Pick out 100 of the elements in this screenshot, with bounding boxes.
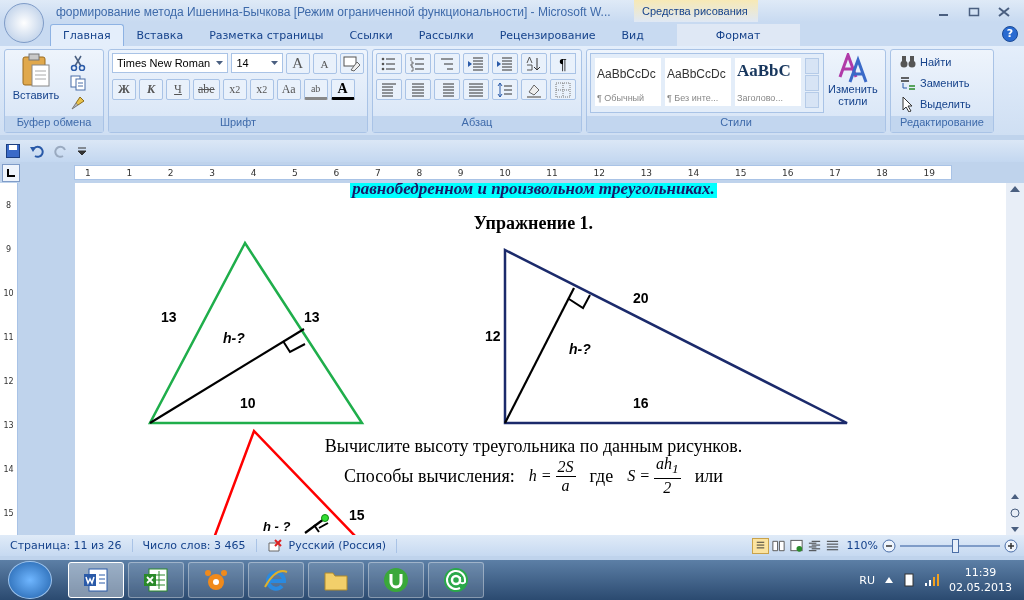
zoom-slider-thumb[interactable] bbox=[952, 538, 959, 553]
brush-icon[interactable] bbox=[70, 95, 86, 111]
paste-button[interactable]: Вставить bbox=[8, 53, 64, 113]
multilevel-list-icon[interactable] bbox=[439, 55, 455, 72]
clock-date[interactable]: 02.05.2013 bbox=[949, 581, 1012, 594]
view-button[interactable] bbox=[787, 537, 805, 554]
language-indicator[interactable]: RU bbox=[859, 573, 875, 587]
view-button[interactable] bbox=[751, 537, 769, 554]
ribbon-tab[interactable]: Вид bbox=[608, 24, 657, 46]
clock-time[interactable]: 11:39 bbox=[964, 566, 997, 579]
taskbar-app[interactable] bbox=[308, 562, 364, 598]
maximize-icon[interactable] bbox=[968, 7, 980, 17]
ruler-number: 9 bbox=[457, 167, 464, 178]
font-color-button[interactable]: A bbox=[330, 79, 355, 100]
highlight-button[interactable]: ab bbox=[303, 79, 328, 100]
browse-object-icon[interactable] bbox=[1010, 493, 1020, 533]
clear-format-icon[interactable] bbox=[342, 55, 361, 72]
page-count[interactable]: Страница: 11 из 26 bbox=[0, 539, 133, 552]
zoom-level[interactable]: 110% bbox=[846, 539, 878, 552]
device-icon[interactable] bbox=[903, 573, 915, 587]
editing-command[interactable]: Выделить bbox=[898, 95, 973, 113]
taskbar-app[interactable] bbox=[68, 562, 124, 598]
change-case-button[interactable]: Aa bbox=[276, 79, 301, 100]
handle-dot[interactable] bbox=[321, 514, 329, 522]
vertical-ruler[interactable]: 8 9 10 11 12 13 14 15 bbox=[0, 183, 18, 535]
mascot-icon bbox=[203, 567, 229, 593]
strikethrough-button[interactable]: abe bbox=[193, 79, 220, 100]
ruler-number: 10 bbox=[499, 167, 511, 178]
ruler-number: 18 bbox=[876, 167, 888, 178]
style-item[interactable]: AaBbC Заголово... bbox=[735, 58, 801, 106]
ruler-number: 14 bbox=[687, 167, 700, 178]
style-name: ¶ Без инте... bbox=[667, 93, 720, 103]
ribbon-tab[interactable]: Главная bbox=[50, 24, 124, 46]
zoom-out-icon[interactable] bbox=[882, 538, 896, 553]
contextual-tab-group: Средства рисования bbox=[634, 0, 758, 22]
help-button[interactable]: ? bbox=[1002, 26, 1018, 42]
undo-icon[interactable] bbox=[30, 144, 44, 158]
tab-stop-icon[interactable] bbox=[6, 167, 16, 178]
save-icon[interactable] bbox=[6, 144, 20, 158]
ribbon-tab[interactable]: Рассылки bbox=[405, 24, 487, 46]
tray-caret-icon[interactable] bbox=[885, 577, 893, 583]
taskbar-app[interactable] bbox=[368, 562, 424, 598]
signal-icon[interactable] bbox=[925, 574, 939, 586]
numbered-list-icon[interactable] bbox=[410, 55, 426, 72]
figure-label: 12 bbox=[485, 328, 501, 344]
ribbon-tab[interactable]: Ссылки bbox=[336, 24, 406, 46]
sort-icon[interactable] bbox=[526, 55, 542, 72]
decrease-indent-icon[interactable] bbox=[468, 55, 484, 72]
justify-icon[interactable] bbox=[468, 81, 484, 98]
ruler-number: 8 bbox=[416, 167, 423, 178]
ruler-number: 12 bbox=[593, 167, 605, 178]
ribbon-tab[interactable]: Формат bbox=[676, 24, 800, 46]
editing-command[interactable]: Заменить bbox=[898, 74, 973, 92]
taskbar-app[interactable] bbox=[248, 562, 304, 598]
close-icon[interactable] bbox=[998, 7, 1010, 17]
ribbon-tab[interactable]: Рецензирование bbox=[486, 24, 609, 46]
align-center-icon[interactable] bbox=[410, 81, 426, 98]
italic-button[interactable]: К bbox=[139, 79, 163, 100]
align-left-icon[interactable] bbox=[381, 81, 397, 98]
show-formatting-button[interactable]: ¶ bbox=[550, 53, 576, 74]
ruler-number: 11 bbox=[3, 332, 14, 342]
horizontal-ruler[interactable]: 1 1 2 3 4 5 6 7 8 9 10 11 12 13 14 15 16 17 18 19 bbox=[74, 165, 952, 180]
spellcheck-icon[interactable] bbox=[266, 538, 283, 553]
taskbar-app[interactable] bbox=[188, 562, 244, 598]
copy-icon[interactable] bbox=[70, 75, 86, 91]
ribbon-tab[interactable]: Вставка bbox=[123, 24, 197, 46]
taskbar-app[interactable] bbox=[128, 562, 184, 598]
ruler-number: 9 bbox=[5, 244, 12, 254]
style-item[interactable]: AaBbCcDc ¶ Обычный bbox=[595, 58, 661, 106]
ruler-number: 15 bbox=[3, 508, 14, 518]
style-name: Заголово... bbox=[737, 93, 784, 103]
bold-button[interactable]: Ж bbox=[112, 79, 136, 100]
zoom-in-icon[interactable] bbox=[1004, 538, 1018, 553]
font-name-field[interactable]: Times New Roman bbox=[112, 53, 229, 73]
language-label[interactable]: Русский (Россия) bbox=[288, 539, 387, 552]
editing-command[interactable]: Найти bbox=[898, 53, 973, 71]
exercise-title: Упражнение 1. bbox=[473, 213, 594, 234]
ruler-number: 6 bbox=[333, 167, 340, 178]
bullet-list-icon[interactable] bbox=[381, 55, 397, 72]
browser-icon bbox=[263, 567, 289, 593]
shrink-font-button[interactable]: A bbox=[312, 53, 337, 74]
scissors-icon[interactable] bbox=[70, 55, 86, 71]
connector-word: где bbox=[589, 465, 614, 487]
ribbon-tab[interactable]: Разметка страницы bbox=[196, 24, 337, 46]
increase-indent-icon[interactable] bbox=[497, 55, 513, 72]
word-count[interactable]: Число слов: 3 465 bbox=[132, 539, 257, 552]
change-styles-button[interactable]: Изменить стили bbox=[826, 53, 880, 113]
ruler-number: 10 bbox=[3, 288, 14, 298]
underline-button[interactable]: Ч bbox=[166, 79, 190, 100]
taskbar-app[interactable] bbox=[428, 562, 484, 598]
line-spacing-icon[interactable] bbox=[497, 81, 513, 98]
grow-font-button[interactable]: A bbox=[285, 53, 310, 74]
customize-caret-icon[interactable] bbox=[78, 147, 86, 155]
scroll-up-icon[interactable] bbox=[1010, 185, 1020, 193]
ruler-number: 17 bbox=[829, 167, 841, 178]
font-size-field[interactable]: 14 bbox=[231, 53, 283, 73]
figure-label: h-? bbox=[223, 330, 245, 346]
window-title: формирование метода Ишенина-Бычкова [Режим ограниченной функциональности] - Microsoft W... bbox=[56, 5, 612, 21]
start-button[interactable] bbox=[8, 561, 52, 599]
style-item[interactable]: AaBbCcDc ¶ Без инте... bbox=[665, 58, 731, 106]
